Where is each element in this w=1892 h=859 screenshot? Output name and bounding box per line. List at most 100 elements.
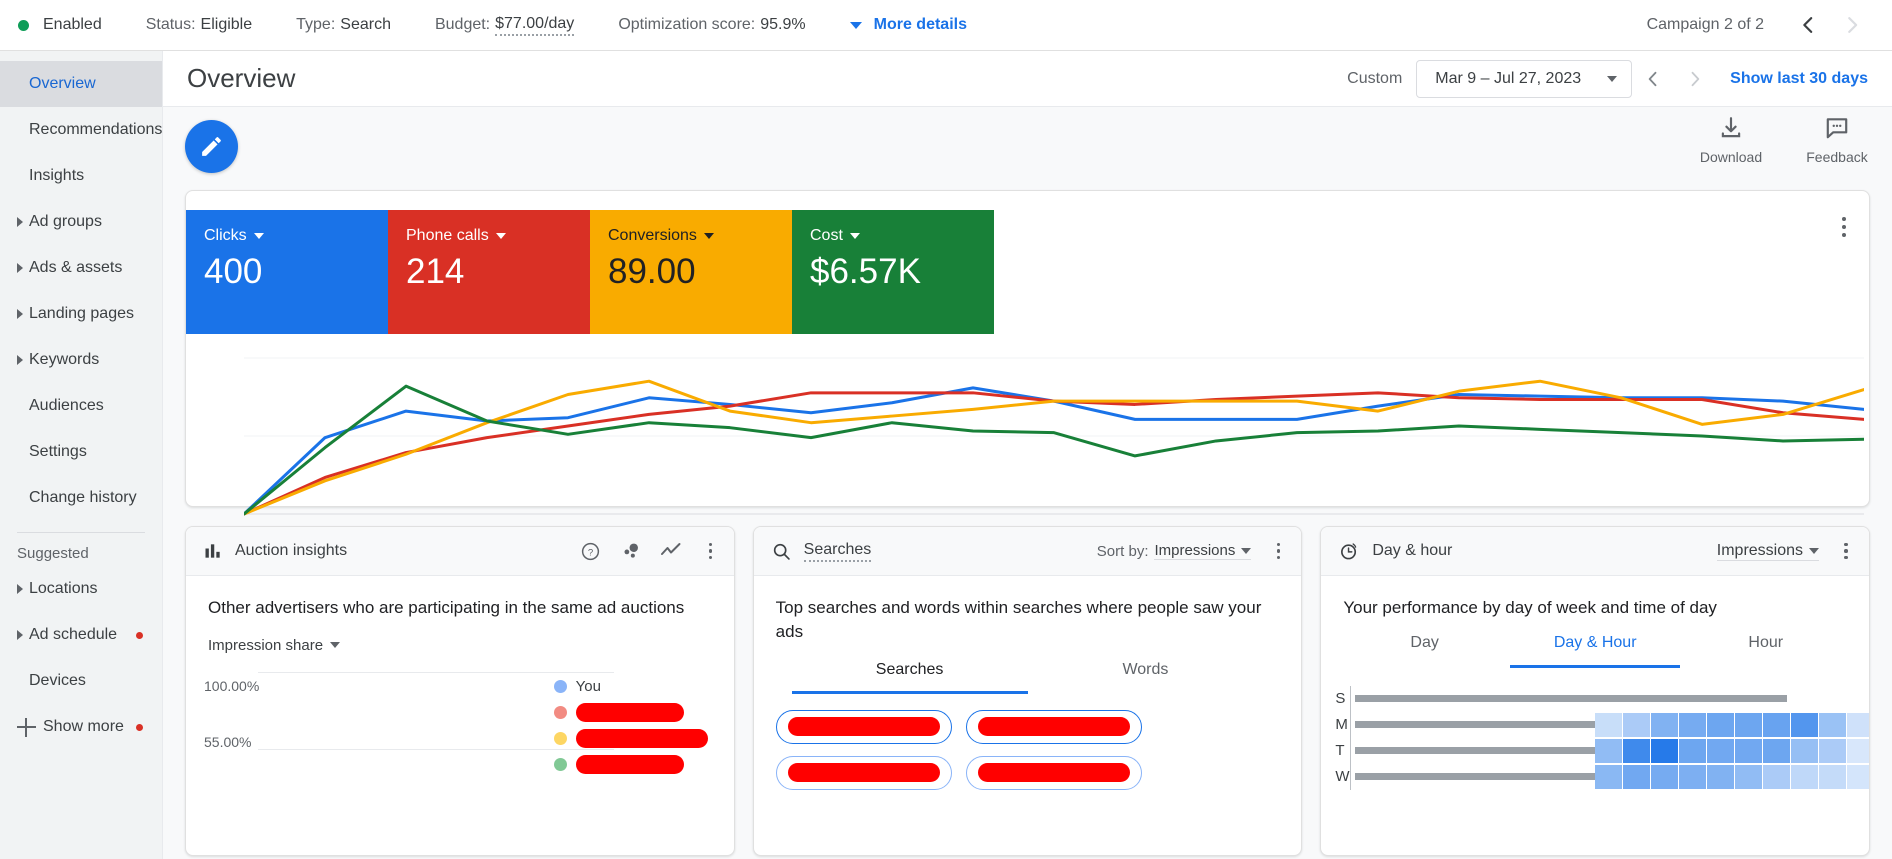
- y-axis-max-label: 100.00%: [204, 677, 260, 694]
- metric-card-cost[interactable]: Cost $6.57K: [792, 210, 994, 334]
- auction-insights-menu-button[interactable]: [698, 536, 724, 566]
- metric-card-phone-calls[interactable]: Phone calls 214: [388, 210, 590, 334]
- day-hour-tabs: Day Day & Hour Hour: [1339, 634, 1851, 668]
- sidebar-item-overview[interactable]: Overview: [0, 61, 162, 107]
- tab-hour[interactable]: Hour: [1680, 634, 1851, 668]
- heatmap-cell[interactable]: [1790, 712, 1818, 737]
- metric-selector[interactable]: Phone calls: [406, 227, 572, 245]
- sidebar-item-ad-groups[interactable]: Ad groups: [0, 199, 162, 245]
- metric-selector[interactable]: Clicks: [204, 227, 370, 245]
- sidebar-item-keywords[interactable]: Keywords: [0, 337, 162, 383]
- legend-color-dot-icon: [553, 680, 567, 694]
- sidebar-item-label: Change history: [29, 489, 137, 506]
- show-more-button[interactable]: Show more: [0, 704, 162, 750]
- optimization-score-label: Optimization score:: [618, 16, 756, 33]
- search-term-chip[interactable]: [965, 755, 1142, 790]
- heatmap-cell[interactable]: [1762, 738, 1790, 763]
- heatmap-cell[interactable]: [1650, 712, 1678, 737]
- campaign-pager: Campaign 2 of 2: [1647, 3, 1874, 47]
- heatmap-cell[interactable]: [1678, 712, 1706, 737]
- more-details-button[interactable]: More details: [849, 16, 967, 34]
- date-range-picker[interactable]: Mar 9 – Jul 27, 2023: [1416, 59, 1633, 98]
- overview-card-menu-button[interactable]: [1829, 205, 1859, 249]
- sidebar-item-ad-schedule[interactable]: Ad schedule: [0, 612, 162, 658]
- sidebar-item-insights[interactable]: Insights: [0, 153, 162, 199]
- heatmap-cell[interactable]: [1594, 738, 1622, 763]
- heatmap-cell[interactable]: [1818, 738, 1846, 763]
- search-term-chip[interactable]: [965, 709, 1142, 744]
- metric-card-clicks[interactable]: Clicks 400: [186, 210, 388, 334]
- heatmap-empty-bar: [1354, 721, 1595, 729]
- legend-color-dot-icon: [553, 732, 567, 746]
- day-hour-metric-dropdown[interactable]: Impressions: [1716, 542, 1820, 561]
- heatmap-cell[interactable]: [1678, 738, 1706, 763]
- sidebar-item-audiences[interactable]: Audiences: [0, 383, 162, 429]
- heatmap-cell[interactable]: [1678, 764, 1706, 789]
- sort-by-value-dropdown[interactable]: Impressions: [1154, 542, 1252, 560]
- download-button[interactable]: Download: [1698, 115, 1764, 165]
- bubble-chart-view-button[interactable]: [618, 538, 644, 564]
- sidebar-item-devices[interactable]: Devices: [0, 658, 162, 704]
- heatmap-cell[interactable]: [1650, 738, 1678, 763]
- searches-menu-button[interactable]: [1265, 536, 1291, 566]
- heatmap-cell[interactable]: [1790, 764, 1818, 789]
- sort-by-control[interactable]: Sort by: Impressions: [1097, 542, 1252, 560]
- heatmap-cell[interactable]: [1846, 764, 1870, 789]
- heatmap-cell[interactable]: [1706, 738, 1734, 763]
- heatmap-row: [1354, 712, 1870, 738]
- heatmap-cell[interactable]: [1706, 764, 1734, 789]
- heatmap-cell[interactable]: [1734, 764, 1762, 789]
- sidebar-item-change-history[interactable]: Change history: [0, 475, 162, 521]
- next-period-button[interactable]: [1674, 58, 1716, 100]
- heatmap-cell[interactable]: [1818, 764, 1846, 789]
- sidebar-item-locations[interactable]: Locations: [0, 566, 162, 612]
- heatmap-cell[interactable]: [1846, 738, 1870, 763]
- sidebar-item-ads-assets[interactable]: Ads & assets: [0, 245, 162, 291]
- sidebar-item-recommendations[interactable]: Recommendations: [0, 107, 162, 153]
- tab-words[interactable]: Words: [1028, 661, 1264, 694]
- status-value: Eligible: [200, 16, 253, 33]
- tab-searches[interactable]: Searches: [791, 661, 1028, 694]
- feedback-button[interactable]: Feedback: [1804, 115, 1870, 165]
- next-campaign-button[interactable]: [1830, 3, 1874, 47]
- budget-field[interactable]: Budget: $77.00/day: [435, 15, 575, 36]
- sidebar-item-label: Audiences: [29, 397, 104, 414]
- metric-card-conversions[interactable]: Conversions 89.00: [590, 210, 792, 334]
- search-term-chip[interactable]: [775, 709, 952, 744]
- sidebar-item-settings[interactable]: Settings: [0, 429, 162, 475]
- search-term-chip[interactable]: [775, 755, 952, 790]
- tab-day[interactable]: Day: [1339, 634, 1510, 668]
- show-last-30-days-button[interactable]: Show last 30 days: [1730, 70, 1868, 88]
- metric-selector[interactable]: Conversions: [608, 227, 774, 245]
- heatmap-cell[interactable]: [1650, 764, 1678, 789]
- tab-day-hour[interactable]: Day & Hour: [1509, 634, 1681, 668]
- download-icon: [1721, 117, 1741, 138]
- heatmap-cell[interactable]: [1594, 712, 1622, 737]
- heatmap-cell[interactable]: [1734, 712, 1762, 737]
- heatmap-cell[interactable]: [1706, 712, 1734, 737]
- heatmap-cell[interactable]: [1818, 712, 1846, 737]
- legend-item: [553, 700, 734, 726]
- expand-caret-icon: [17, 217, 23, 227]
- day-hour-menu-button[interactable]: [1833, 536, 1859, 566]
- heatmap-cell[interactable]: [1790, 738, 1818, 763]
- help-button[interactable]: ?: [578, 538, 604, 564]
- budget-value[interactable]: $77.00/day: [495, 15, 575, 36]
- auction-insights-metric-select[interactable]: Impression share: [208, 637, 341, 654]
- heatmap-cell[interactable]: [1594, 764, 1622, 789]
- heatmap-cell[interactable]: [1622, 764, 1650, 789]
- edit-fab-button[interactable]: [185, 120, 238, 173]
- heatmap-cell[interactable]: [1734, 738, 1762, 763]
- heatmap-cell[interactable]: [1762, 712, 1790, 737]
- heatmap-cell[interactable]: [1622, 738, 1650, 763]
- previous-period-button[interactable]: [1632, 58, 1674, 100]
- heatmap-cell[interactable]: [1846, 712, 1870, 737]
- type-label: Type:: [296, 16, 336, 33]
- metric-selector[interactable]: Cost: [810, 227, 976, 245]
- suggested-header: Suggested: [17, 545, 89, 562]
- previous-campaign-button[interactable]: [1786, 3, 1830, 47]
- sidebar-item-landing-pages[interactable]: Landing pages: [0, 291, 162, 337]
- trend-chart-view-button[interactable]: [658, 538, 684, 564]
- heatmap-cell[interactable]: [1622, 712, 1650, 737]
- heatmap-cell[interactable]: [1762, 764, 1790, 789]
